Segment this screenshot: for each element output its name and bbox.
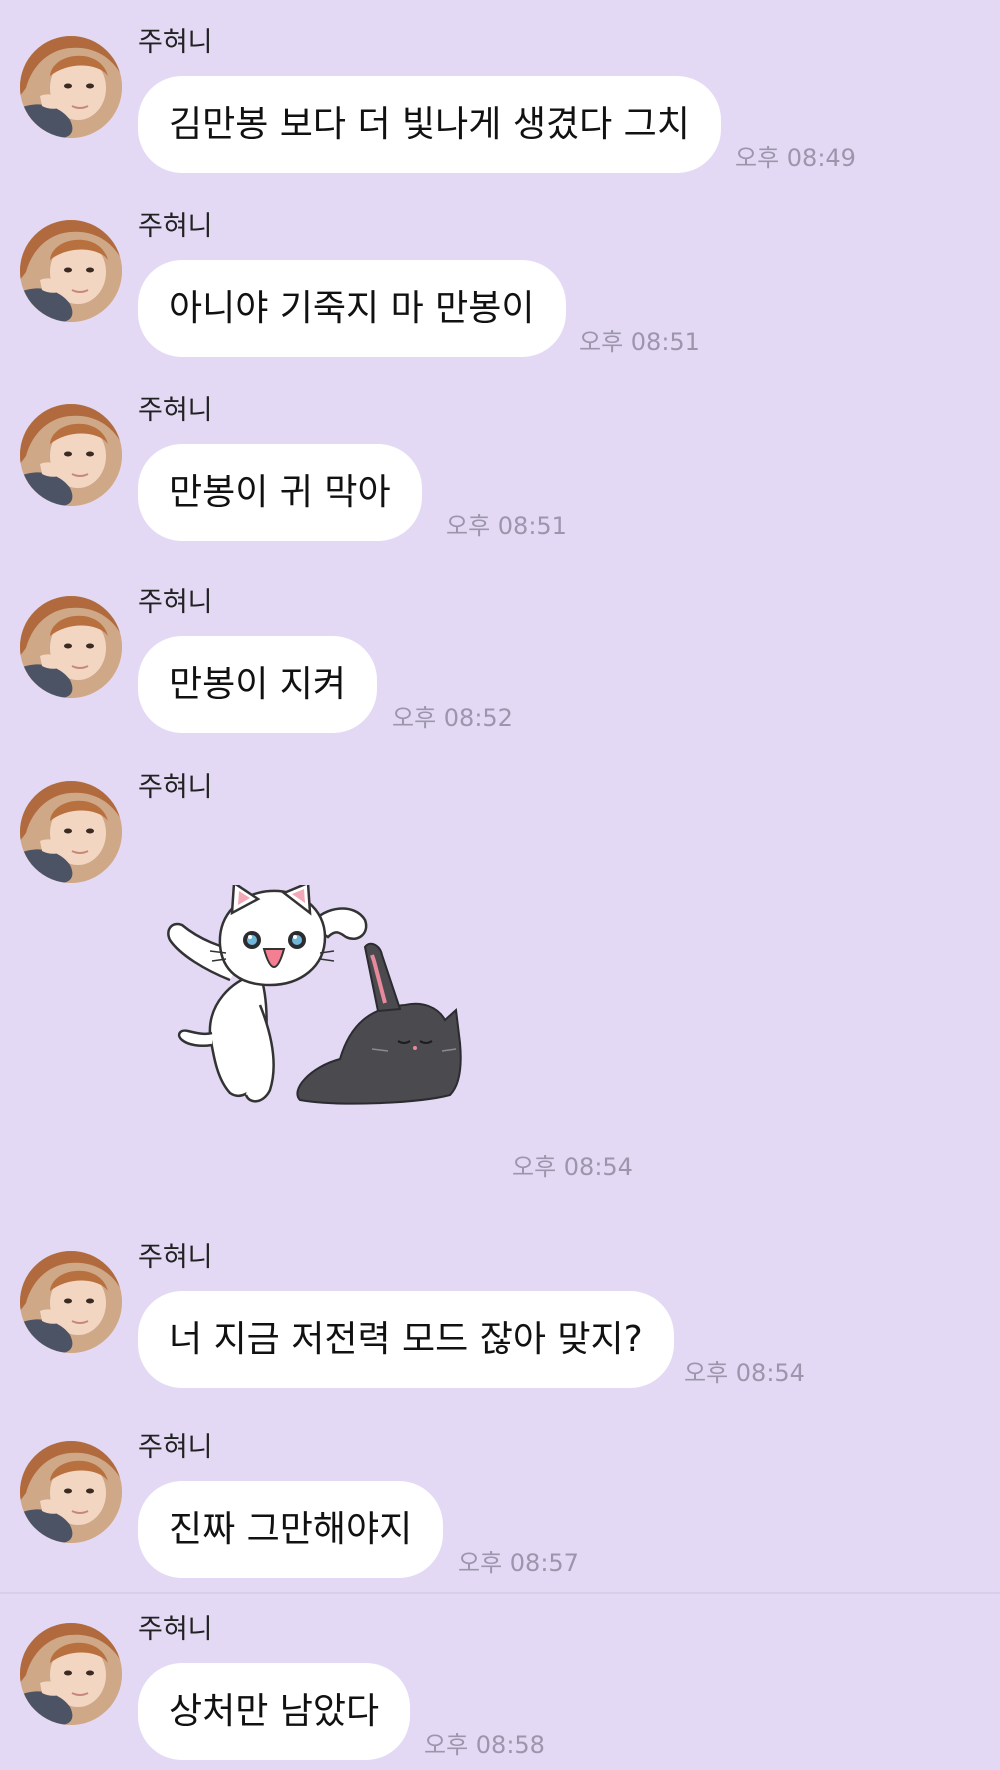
message-bubble[interactable]: 상처만 남았다: [138, 1663, 411, 1760]
chat-area[interactable]: 주혀니 김만봉 보다 더 빛나게 생겼다 그치 오후 08:49 주혀니 아니야…: [0, 0, 1000, 1770]
sender-name: 주혀니: [138, 1432, 213, 1463]
avatar[interactable]: [20, 36, 122, 138]
sender-name: 주혀니: [138, 1614, 213, 1645]
message-time: 오후 08:54: [512, 1153, 633, 1181]
avatar[interactable]: [20, 781, 122, 883]
message-time: 오후 08:51: [579, 328, 700, 356]
sender-name: 주혀니: [138, 395, 213, 426]
message-item: 주혀니 아니야 기죽지 마 만봉이 오후 08:51: [0, 184, 1000, 369]
message-time: 오후 08:49: [735, 144, 856, 172]
avatar[interactable]: [20, 1441, 122, 1543]
message-bubble[interactable]: 진짜 그만해야지: [138, 1481, 444, 1578]
message-bubble[interactable]: 아니야 기죽지 마 만봉이: [138, 260, 566, 357]
sender-name: 주혀니: [138, 1242, 213, 1273]
message-item: 주혀니 만봉이 귀 막아 오후 08:51: [0, 368, 1000, 553]
sender-name: 주혀니: [138, 772, 213, 803]
message-time: 오후 08:51: [446, 512, 567, 540]
message-bubble[interactable]: 만봉이 지켜: [138, 636, 378, 733]
message-time: 오후 08:54: [684, 1359, 805, 1387]
avatar[interactable]: [20, 220, 122, 322]
message-bubble[interactable]: 너 지금 저전력 모드 잖아 맞지?: [138, 1291, 674, 1388]
sender-name: 주혀니: [138, 27, 213, 58]
message-bubble[interactable]: 김만봉 보다 더 빛나게 생겼다 그치: [138, 76, 721, 173]
message-time: 오후 08:58: [424, 1731, 545, 1759]
avatar[interactable]: [20, 1623, 122, 1725]
avatar[interactable]: [20, 404, 122, 506]
message-item: 주혀니 너 지금 저전력 모드 잖아 맞지? 오후 08:54: [0, 1215, 1000, 1400]
sender-name: 주혀니: [138, 211, 213, 242]
message-item: 주혀니 상처만 남았다 오후 08:58: [0, 1587, 1000, 1770]
sender-name: 주혀니: [138, 587, 213, 618]
message-time: 오후 08:52: [392, 704, 513, 732]
avatar[interactable]: [20, 1251, 122, 1353]
message-item: 주혀니 오후 08:54: [0, 745, 1000, 1185]
message-bubble[interactable]: 만봉이 귀 막아: [138, 444, 422, 541]
message-item: 주혀니 김만봉 보다 더 빛나게 생겼다 그치 오후 08:49: [0, 0, 1000, 185]
avatar[interactable]: [20, 596, 122, 698]
message-item: 주혀니 만봉이 지켜 오후 08:52: [0, 560, 1000, 745]
message-item: 주혀니 진짜 그만해야지 오후 08:57: [0, 1405, 1000, 1590]
sticker-image[interactable]: [160, 880, 480, 1110]
message-time: 오후 08:57: [458, 1549, 579, 1577]
